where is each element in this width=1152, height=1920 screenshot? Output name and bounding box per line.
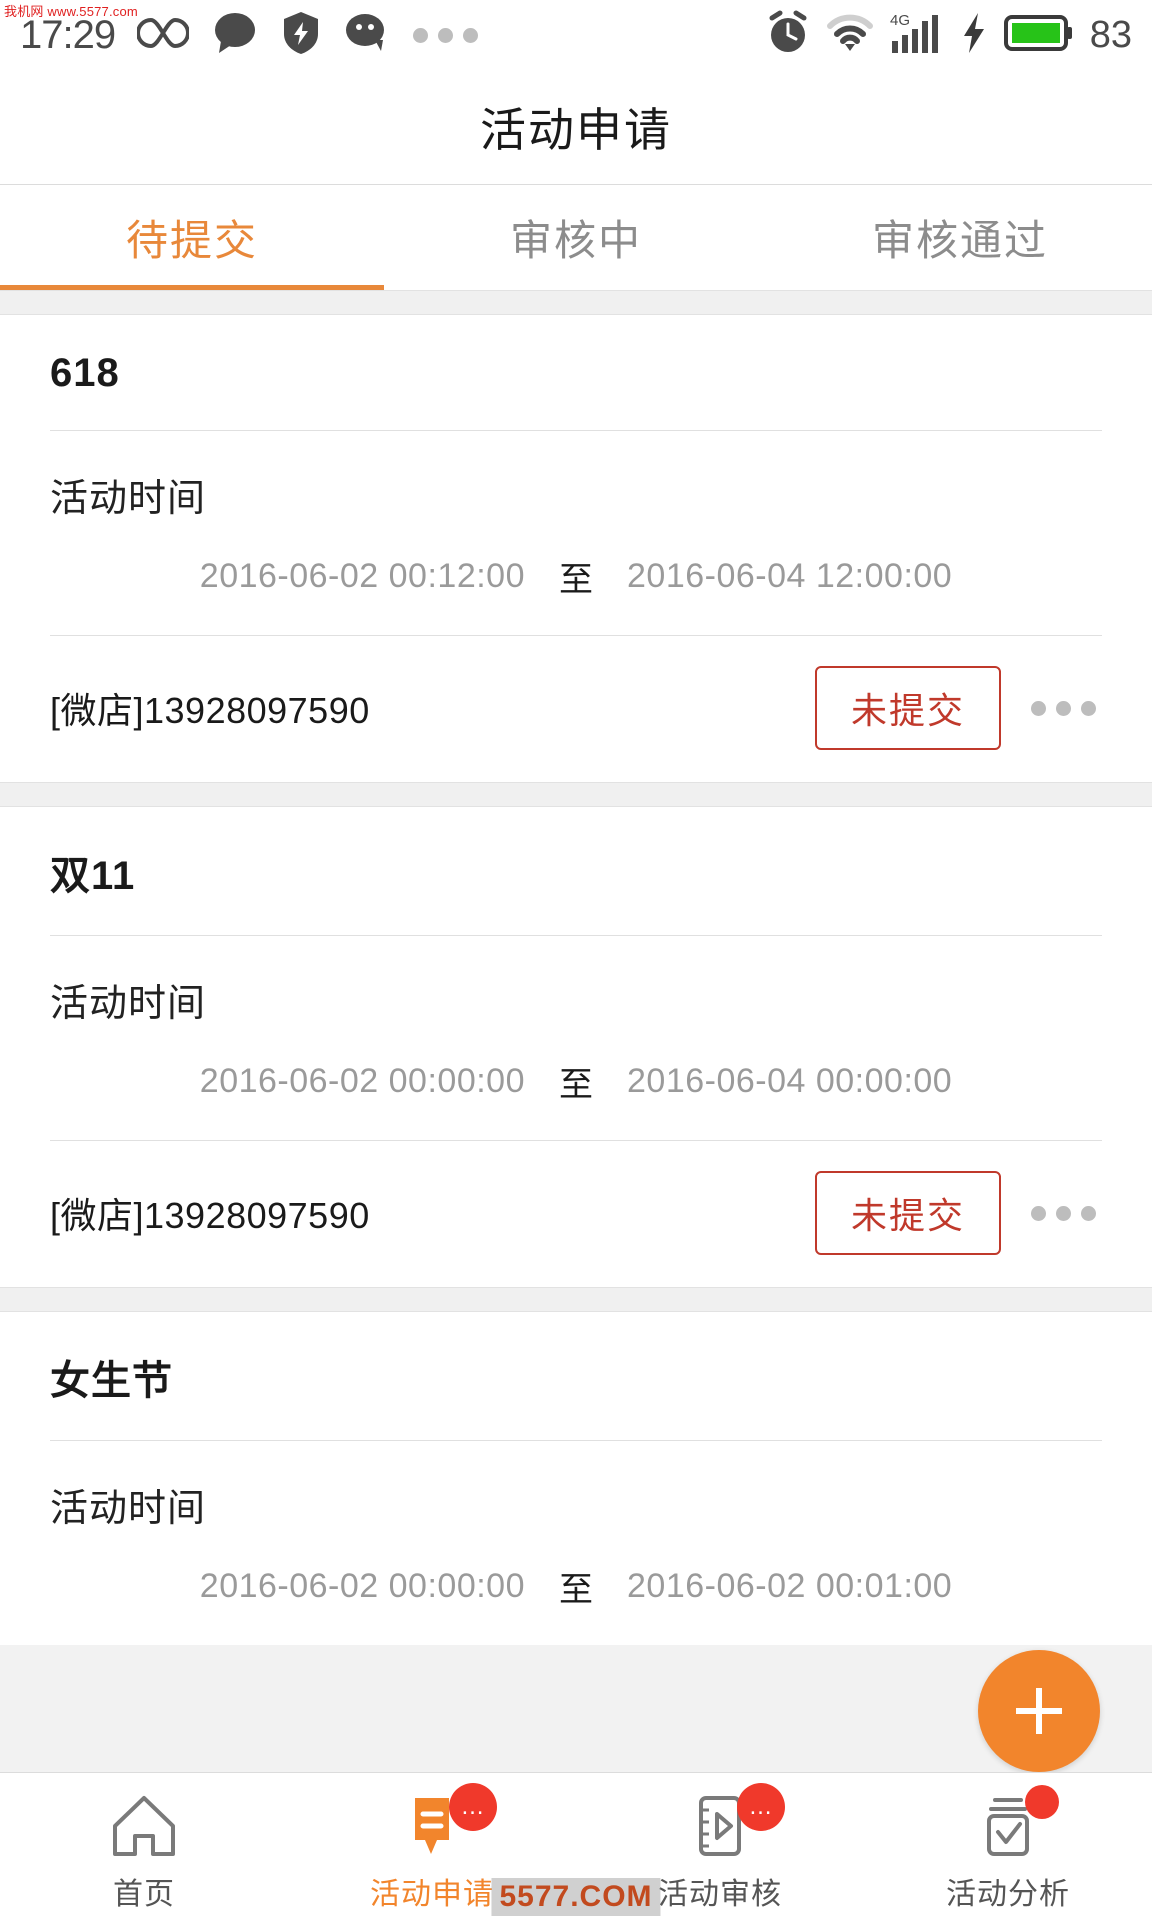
- wifi-icon: [826, 13, 874, 58]
- shield-bolt-icon: [281, 10, 321, 61]
- activity-title: 618: [50, 351, 120, 395]
- tab-pending-submit[interactable]: 待提交: [0, 185, 384, 290]
- chat-bubble-icon: [211, 11, 259, 60]
- analysis-check-icon: [971, 1785, 1059, 1863]
- date-separator: 至: [559, 1571, 593, 1609]
- shop-name: [微店]13928097590: [50, 1195, 370, 1236]
- date-separator: 至: [559, 561, 593, 599]
- activity-card[interactable]: 女生节 活动时间 2016-06-02 00:00:00 至 2016-06-0…: [0, 1312, 1152, 1645]
- plus-icon: [1006, 1678, 1072, 1744]
- nav-label-activity-review: 活动审核: [658, 1878, 782, 1911]
- activity-list: 618 活动时间 2016-06-02 00:12:00 至 2016-06-0…: [0, 290, 1152, 1645]
- battery-icon: [1003, 13, 1074, 58]
- footer-actions: 未提交: [814, 666, 1102, 750]
- nav-item-home[interactable]: 首页: [0, 1773, 288, 1913]
- date-separator: 至: [559, 1066, 593, 1104]
- nav-badge-activity-review: …: [737, 1783, 785, 1831]
- activity-card[interactable]: 618 活动时间 2016-06-02 00:12:00 至 2016-06-0…: [0, 315, 1152, 782]
- battery-percent: 83: [1089, 13, 1132, 56]
- activity-footer: [微店]13928097590 未提交: [50, 636, 1102, 782]
- svg-text:4G: 4G: [890, 12, 910, 29]
- activity-end-time: 2016-06-04 12:00:00: [627, 557, 953, 595]
- status-bar: 我机网 www.5577.com 17:29 4G 83: [0, 0, 1152, 70]
- nav-badge-activity-apply: …: [449, 1783, 497, 1831]
- activity-title: 女生节: [50, 1359, 173, 1403]
- activity-time-label: 活动时间: [50, 983, 207, 1025]
- nav-badge-activity-analysis: [1025, 1785, 1059, 1819]
- activity-end-time: 2016-06-04 00:00:00: [627, 1062, 953, 1100]
- nav-label-home: 首页: [113, 1878, 175, 1911]
- activity-start-time: 2016-06-02 00:12:00: [199, 557, 525, 595]
- infinity-icon: [136, 16, 191, 55]
- page-title: 活动申请: [480, 104, 672, 156]
- more-icon[interactable]: [1031, 700, 1102, 716]
- signal-4g-icon: 4G: [890, 11, 944, 60]
- activity-title: 双11: [50, 854, 136, 898]
- video-review-icon: …: [683, 1783, 785, 1863]
- status-bar-right: 4G 83: [766, 10, 1132, 61]
- tab-under-review[interactable]: 审核中: [384, 185, 768, 290]
- activity-end-time: 2016-06-02 00:01:00: [627, 1567, 953, 1605]
- activity-footer: [微店]13928097590 未提交: [50, 1141, 1102, 1287]
- footer-actions: 未提交: [814, 1171, 1102, 1255]
- list-section-gap: [0, 1287, 1152, 1312]
- nav-item-activity-analysis[interactable]: 活动分析: [864, 1773, 1152, 1913]
- activity-time-range: 2016-06-02 00:12:00 至 2016-06-04 12:00:0…: [50, 522, 1102, 635]
- status-badge[interactable]: 未提交: [814, 666, 1001, 750]
- home-icon: [107, 1789, 181, 1863]
- list-section-gap: [0, 782, 1152, 807]
- shop-name: [微店]13928097590: [50, 690, 370, 731]
- more-icon[interactable]: [1031, 1205, 1102, 1221]
- nav-label-activity-analysis: 活动分析: [946, 1878, 1070, 1911]
- activity-time-label: 活动时间: [50, 478, 207, 520]
- activity-start-time: 2016-06-02 00:00:00: [199, 1567, 525, 1605]
- tab-bar[interactable]: 待提交 审核中 审核通过: [0, 185, 1152, 290]
- charging-bolt-icon: [960, 11, 988, 60]
- more-dots-icon: [413, 27, 484, 43]
- status-badge[interactable]: 未提交: [814, 1171, 1001, 1255]
- app-root: 我机网 www.5577.com 17:29 4G 83 活动申请 待提交 审核…: [0, 0, 1152, 1920]
- speech-bubble-icon: …: [395, 1783, 497, 1863]
- watermark-top: 我机网 www.5577.com: [4, 4, 138, 19]
- title-bar: 活动申请: [0, 70, 1152, 185]
- activity-time-range: 2016-06-02 00:00:00 至 2016-06-02 00:01:0…: [50, 1532, 1102, 1645]
- activity-start-time: 2016-06-02 00:00:00: [199, 1062, 525, 1100]
- alarm-clock-icon: [766, 10, 810, 61]
- list-section-gap: [0, 290, 1152, 315]
- activity-card[interactable]: 双11 活动时间 2016-06-02 00:00:00 至 2016-06-0…: [0, 807, 1152, 1287]
- activity-time-range: 2016-06-02 00:00:00 至 2016-06-04 00:00:0…: [50, 1027, 1102, 1140]
- activity-time-label: 活动时间: [50, 1488, 207, 1530]
- tab-approved[interactable]: 审核通过: [768, 185, 1152, 290]
- watermark-bottom: 5577.COM: [491, 1878, 661, 1916]
- nav-label-activity-apply: 活动申请: [370, 1878, 494, 1911]
- wechat-icon: [343, 11, 391, 60]
- add-activity-button[interactable]: [978, 1650, 1100, 1772]
